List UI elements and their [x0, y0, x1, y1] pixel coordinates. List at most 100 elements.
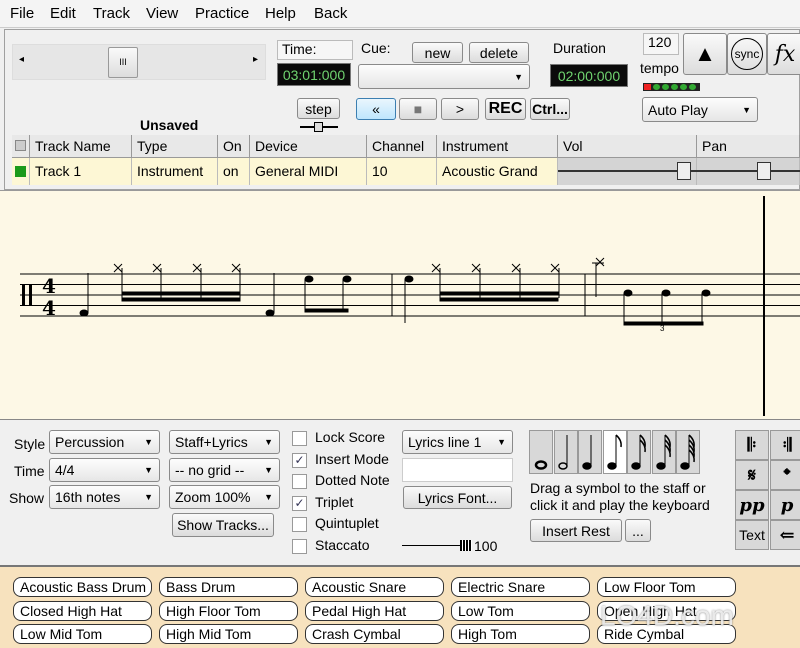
checkbox-5[interactable]	[292, 538, 307, 554]
auto-play-dropdown[interactable]: Auto Play	[642, 97, 758, 122]
checkbox-1[interactable]: ✓	[292, 452, 307, 468]
note[interactable]	[265, 309, 275, 317]
zoom-dropdown[interactable]: Zoom 100%	[169, 485, 280, 509]
drum-button[interactable]: Crash Cymbal	[305, 624, 444, 644]
cell-channel[interactable]: 10	[367, 158, 437, 185]
hihat-note[interactable]	[550, 263, 560, 273]
drum-button[interactable]: High Floor Tom	[159, 600, 298, 621]
lyrics-input[interactable]	[402, 458, 513, 482]
track-color-swatch[interactable]	[15, 166, 26, 177]
drum-button[interactable]: High Tom	[451, 624, 590, 644]
stop-button[interactable]: ■	[399, 98, 437, 120]
col-device[interactable]: Device	[250, 135, 367, 158]
position-scrollbar[interactable]: ◂ III ▸	[12, 44, 266, 80]
hihat-note[interactable]	[471, 263, 481, 273]
velocity-slider[interactable]	[402, 540, 472, 552]
cell-type[interactable]: Instrument	[132, 158, 218, 185]
piano-icon[interactable]: p	[770, 490, 800, 520]
cell-track-name[interactable]: Track 1	[30, 158, 132, 185]
col-instrument[interactable]: Instrument	[437, 135, 558, 158]
menu-edit[interactable]: Edit	[50, 5, 76, 22]
drum-button[interactable]: Low Floor Tom	[597, 577, 736, 597]
drum-button[interactable]: Pedal High Hat	[305, 600, 444, 621]
lyrics-line-dropdown[interactable]: Lyrics line 1	[402, 430, 513, 454]
drum-button[interactable]: Acoustic Snare	[305, 577, 444, 597]
play-button[interactable]: >	[441, 98, 479, 120]
fx-button[interactable]: fx	[767, 33, 800, 75]
half-note-button[interactable]	[553, 430, 578, 474]
pianissimo-icon[interactable]: pp	[735, 490, 769, 520]
coda-icon[interactable]: 𝄌	[770, 460, 800, 490]
record-button[interactable]: REC	[485, 98, 526, 120]
hihat-note[interactable]	[152, 263, 162, 273]
vol-slider[interactable]	[558, 158, 697, 185]
note[interactable]	[79, 309, 89, 317]
segno-icon[interactable]: 𝄋	[735, 460, 769, 490]
lyrics-font-button[interactable]: Lyrics Font...	[403, 486, 512, 509]
checkbox-0[interactable]	[292, 431, 307, 446]
style-dropdown[interactable]: Percussion	[49, 430, 160, 454]
drum-button[interactable]: Low Tom	[451, 600, 590, 621]
whole-note-button[interactable]	[529, 430, 553, 474]
cue-dropdown[interactable]	[358, 64, 530, 89]
repeat-end-icon[interactable]: 𝄇	[770, 430, 800, 460]
hihat-note[interactable]	[511, 263, 521, 273]
score-staff[interactable]: 4 4 3	[0, 190, 800, 420]
col-on[interactable]: On	[218, 135, 250, 158]
drum-button[interactable]: Closed High Hat	[13, 600, 152, 621]
note[interactable]	[304, 275, 314, 283]
cell-instrument[interactable]: Acoustic Grand	[437, 158, 558, 185]
menu-help[interactable]: Help	[265, 5, 296, 22]
col-channel[interactable]: Channel	[367, 135, 437, 158]
step-button[interactable]: step	[297, 98, 340, 119]
hihat-note[interactable]	[231, 263, 241, 273]
drum-button[interactable]: Bass Drum	[159, 577, 298, 597]
select-all-header[interactable]	[12, 135, 30, 158]
scroll-right-icon[interactable]: ▸	[253, 54, 258, 65]
menu-file[interactable]: File	[10, 5, 34, 22]
col-pan[interactable]: Pan	[697, 135, 800, 158]
col-track-name[interactable]: Track Name	[30, 135, 132, 158]
col-vol[interactable]: Vol	[558, 135, 697, 158]
return-icon[interactable]: ⇐	[770, 520, 800, 550]
scroll-left-icon[interactable]: ◂	[19, 54, 24, 65]
sync-button[interactable]: sync	[727, 33, 767, 75]
hihat-note[interactable]	[192, 263, 202, 273]
hihat-note[interactable]	[431, 263, 441, 273]
quarter-note-button[interactable]	[578, 430, 602, 474]
note[interactable]	[701, 289, 711, 297]
rewind-button[interactable]: «	[356, 98, 396, 120]
view-dropdown[interactable]: Staff+Lyrics	[169, 430, 280, 454]
note[interactable]	[661, 289, 671, 297]
cue-delete-button[interactable]: delete	[469, 42, 529, 63]
show-dropdown[interactable]: 16th notes	[49, 485, 160, 509]
cue-new-button[interactable]: new	[412, 42, 463, 63]
metronome-button[interactable]: ▲	[683, 33, 727, 75]
step-slider[interactable]	[300, 122, 338, 132]
col-type[interactable]: Type	[132, 135, 218, 158]
scroll-thumb[interactable]: III	[108, 47, 138, 78]
drum-button[interactable]: Acoustic Bass Drum	[13, 577, 152, 597]
32nd-note-button[interactable]	[651, 430, 676, 474]
show-tracks-button[interactable]: Show Tracks...	[172, 513, 274, 537]
menu-view[interactable]: View	[146, 5, 178, 22]
more-button[interactable]: ...	[625, 519, 651, 542]
hihat-note[interactable]	[113, 263, 123, 273]
note[interactable]	[404, 275, 414, 283]
note[interactable]	[623, 289, 633, 297]
staff-notation[interactable]: 4 4 3	[0, 191, 800, 421]
menu-track[interactable]: Track	[93, 5, 130, 22]
64th-note-button[interactable]	[676, 430, 700, 474]
cell-device[interactable]: General MIDI	[250, 158, 367, 185]
text-symbol-button[interactable]: Text	[735, 520, 769, 550]
eighth-note-button[interactable]	[602, 430, 627, 474]
drum-button[interactable]: Electric Snare	[451, 577, 590, 597]
repeat-start-icon[interactable]: 𝄆	[735, 430, 769, 460]
time-signature-dropdown[interactable]: 4/4	[49, 458, 160, 482]
checkbox-4[interactable]	[292, 517, 307, 532]
checkbox-2[interactable]	[292, 474, 307, 489]
insert-rest-button[interactable]: Insert Rest	[530, 519, 622, 542]
grid-dropdown[interactable]: -- no grid --	[169, 458, 280, 482]
menu-back[interactable]: Back	[314, 5, 347, 22]
drum-button[interactable]: High Mid Tom	[159, 624, 298, 644]
